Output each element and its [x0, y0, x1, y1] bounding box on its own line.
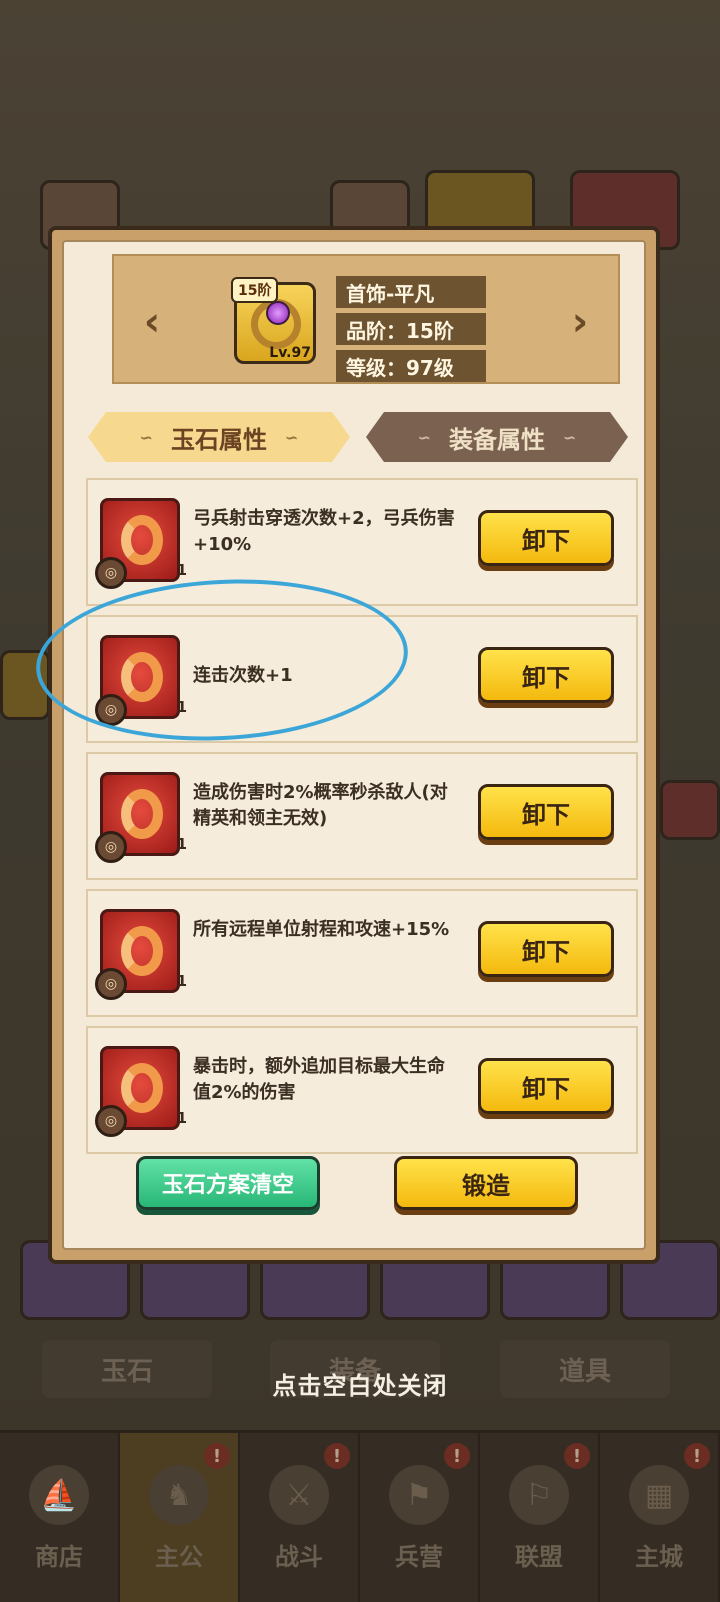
- coin-icon: ◎: [95, 968, 127, 1000]
- item-level: 等级：97级: [336, 350, 486, 382]
- lord-icon: ♞: [149, 1465, 209, 1525]
- item-header: ‹ 15阶 Lv.97 首饰-平凡 品阶：15阶 等级：97级 ›: [112, 254, 620, 384]
- jade-effect-text: 暴击时，额外追加目标最大生命值2%的伤害: [193, 1056, 445, 1103]
- jade-effect-text: 造成伤害时2%概率秒杀敌人(对精英和领主无效): [193, 782, 448, 829]
- tab-equipment-attributes[interactable]: ∽ 装备属性 ∽: [366, 412, 628, 462]
- jade-icon[interactable]: ◎ 1: [95, 1046, 187, 1137]
- close-hint: 点击空白处关闭: [272, 1372, 448, 1400]
- coin-icon: ◎: [95, 557, 127, 589]
- jade-icon[interactable]: ◎ 1: [95, 909, 187, 1000]
- swirl-icon: [121, 515, 163, 565]
- nav-label: 战斗: [275, 1543, 323, 1571]
- nav-city[interactable]: ! ▦ 主城: [600, 1433, 720, 1602]
- nav-label: 主城: [635, 1543, 683, 1571]
- nav-label: 联盟: [515, 1543, 563, 1571]
- swirl-icon: [121, 789, 163, 839]
- forge-button[interactable]: 锻造: [394, 1156, 578, 1210]
- tab-label: 玉石属性: [171, 425, 267, 454]
- unequip-button[interactable]: 卸下: [478, 784, 614, 840]
- alert-icon: !: [444, 1443, 470, 1469]
- nav-alliance[interactable]: ! ⚐ 联盟: [480, 1433, 600, 1602]
- jade-count: 1: [176, 835, 187, 853]
- shop-icon: ⛵: [29, 1465, 89, 1525]
- flag-icon: ⚑: [389, 1465, 449, 1525]
- unequip-button[interactable]: 卸下: [478, 921, 614, 977]
- bottom-navigation: ⛵ 商店 ! ♞ 主公 ! ⚔ 战斗 ! ⚑ 兵营 ! ⚐ 联盟 ! ▦ 主城: [0, 1430, 720, 1602]
- jade-slot-list: ◎ 1 弓兵射击穿透次数+2，弓兵伤害+10% 卸下 ◎ 1 连击次数+1 卸下…: [86, 478, 638, 1163]
- unequip-button[interactable]: 卸下: [478, 1058, 614, 1114]
- nav-label: 商店: [35, 1543, 83, 1571]
- gem-icon: [266, 301, 290, 325]
- level-badge: Lv.97: [269, 345, 311, 361]
- jade-count: 1: [176, 972, 187, 990]
- list-item: ◎ 1 暴击时，额外追加目标最大生命值2%的伤害 卸下: [86, 1026, 638, 1154]
- nav-label: 兵营: [395, 1543, 443, 1571]
- nav-shop[interactable]: ⛵ 商店: [0, 1433, 120, 1602]
- jade-effect-text: 所有远程单位射程和攻速+15%: [193, 919, 450, 940]
- clear-jade-plan-button[interactable]: 玉石方案清空: [136, 1156, 320, 1210]
- nav-label: 主公: [155, 1543, 203, 1571]
- nav-barracks[interactable]: ! ⚑ 兵营: [360, 1433, 480, 1602]
- list-item: ◎ 1 所有远程单位射程和攻速+15% 卸下: [86, 889, 638, 1017]
- jade-count: 1: [176, 561, 187, 579]
- prev-arrow-button[interactable]: ‹: [132, 298, 172, 346]
- alert-icon: !: [684, 1443, 710, 1469]
- decor-icon: ∽: [139, 427, 153, 447]
- jade-effect-text: 弓兵射击穿透次数+2，弓兵伤害+10%: [193, 508, 455, 555]
- jade-icon[interactable]: ◎ 1: [95, 772, 187, 863]
- swirl-icon: [121, 926, 163, 976]
- dialog-body: ‹ 15阶 Lv.97 首饰-平凡 品阶：15阶 等级：97级 › ∽ 玉石属性…: [62, 240, 646, 1250]
- unequip-button[interactable]: 卸下: [478, 647, 614, 703]
- map-icon: ▦: [629, 1465, 689, 1525]
- attribute-tabs: ∽ 玉石属性 ∽ ∽ 装备属性 ∽: [88, 412, 636, 462]
- next-arrow-button[interactable]: ›: [560, 298, 600, 346]
- list-item: ◎ 1 造成伤害时2%概率秒杀敌人(对精英和领主无效) 卸下: [86, 752, 638, 880]
- nav-lord[interactable]: ! ♞ 主公: [120, 1433, 240, 1602]
- item-name: 首饰-平凡: [336, 276, 486, 308]
- alert-icon: !: [204, 1443, 230, 1469]
- tier-badge: 15阶: [231, 277, 279, 303]
- swirl-icon: [121, 1063, 163, 1113]
- coin-icon: ◎: [95, 1105, 127, 1137]
- jade-icon[interactable]: ◎ 1: [95, 498, 187, 589]
- crossed-swords-icon: ⚔: [269, 1465, 329, 1525]
- jade-count: 1: [176, 1109, 187, 1127]
- item-grade: 品阶：15阶: [336, 313, 486, 345]
- equipment-dialog: ‹ 15阶 Lv.97 首饰-平凡 品阶：15阶 等级：97级 › ∽ 玉石属性…: [48, 226, 660, 1264]
- tab-label: 装备属性: [449, 425, 545, 454]
- background-card: [660, 780, 720, 840]
- tab-jade-attributes[interactable]: ∽ 玉石属性 ∽: [88, 412, 350, 462]
- coin-icon: ◎: [95, 831, 127, 863]
- banner-icon: ⚐: [509, 1465, 569, 1525]
- decor-icon: ∽: [563, 427, 577, 447]
- ring-item-icon: 15阶 Lv.97: [231, 277, 316, 364]
- alert-icon: !: [324, 1443, 350, 1469]
- decor-icon: ∽: [417, 427, 431, 447]
- unequip-button[interactable]: 卸下: [478, 510, 614, 566]
- nav-battle[interactable]: ! ⚔ 战斗: [240, 1433, 360, 1602]
- decor-icon: ∽: [285, 427, 299, 447]
- alert-icon: !: [564, 1443, 590, 1469]
